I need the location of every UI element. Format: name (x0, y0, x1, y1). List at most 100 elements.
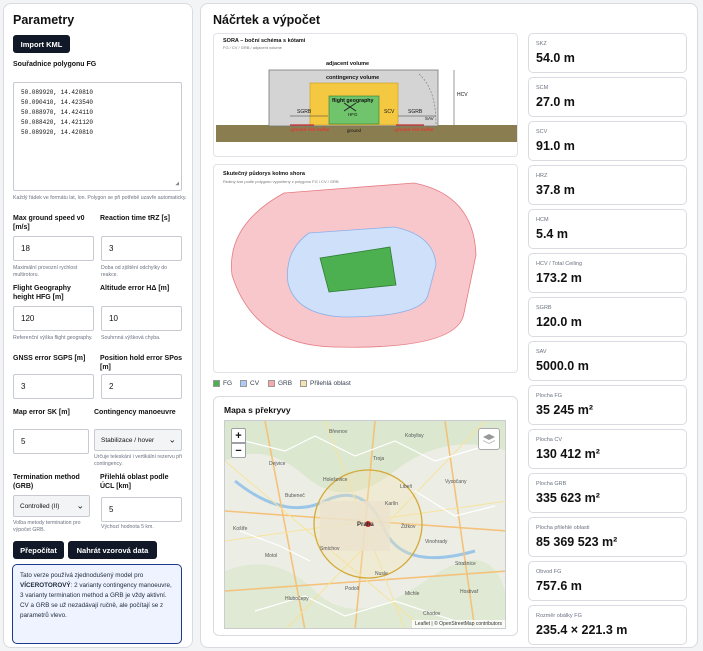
resize-handle-icon[interactable]: ◢ (175, 179, 179, 189)
side-view-svg (216, 69, 517, 142)
grb-swatch (268, 380, 275, 387)
ha-label: Altitude error HΔ [m] (100, 285, 170, 292)
map-view[interactable]: Břevnov Dejvice Troja Holešovice Libeň V… (224, 420, 506, 629)
map-place-label: Holešovice (323, 477, 348, 483)
import-kml-button[interactable]: Import KML (13, 35, 70, 53)
result-value: 5000.0 m (536, 359, 589, 373)
termination-select[interactable]: Controlled (II) ⌄ (13, 495, 90, 517)
v0-hint: Maximální provozní rychlost multirotoru. (13, 265, 78, 278)
flight-geography-label: flight geography (332, 98, 374, 104)
result-label: SKZ (536, 41, 547, 47)
chevron-down-icon: ⌄ (76, 500, 84, 511)
map-place-label: Hostivař (460, 589, 479, 595)
sk-input[interactable]: 5 (13, 429, 89, 454)
map-place-label: Praha (357, 522, 374, 528)
legend-fg-label: FG (223, 380, 233, 387)
result-card: Plocha GRB 335 623 m² (528, 473, 687, 513)
result-label: Plocha CV (536, 437, 562, 443)
map-place-label: Troja (373, 456, 385, 462)
result-card: HCV / Total Ceiling 173.2 m (528, 253, 687, 293)
sgrb-left-label: SGRB (297, 109, 312, 115)
polygon-label: Souřadnice polygonu FG (13, 61, 97, 68)
adjacent-volume-label: adjacent volume (326, 61, 370, 67)
polygon-line: 50.088970, 14.424110 (21, 109, 94, 116)
top-view-diagram: Skutečný půdorys kolmo shora Reálný tvar… (213, 164, 518, 373)
result-card: SKZ 54.0 m (528, 33, 687, 73)
termination-select-value: Controlled (II) (20, 502, 60, 510)
recalculate-button[interactable]: Přepočítat (13, 541, 64, 559)
result-value: 35 245 m² (536, 403, 593, 417)
result-card: SAV 5000.0 m (528, 341, 687, 381)
map-place-label: Nusle (375, 571, 388, 577)
map-place-label: Kobylisy (405, 433, 424, 439)
ha-input[interactable]: 10 (101, 306, 182, 331)
result-card: Plocha CV 130 412 m² (528, 429, 687, 469)
adjacent-area-input[interactable]: 5 (101, 497, 182, 522)
map-place-label: Karlín (385, 501, 399, 507)
trz-input[interactable]: 3 (101, 236, 182, 261)
sgps-label: GNSS error SGPS [m] (13, 355, 86, 362)
legend-cv-label: CV (250, 380, 260, 387)
legend-adjacent-label: Přilehlá oblast (310, 380, 351, 387)
map-attribution[interactable]: Leaflet | © OpenStreetMap contributors (412, 620, 505, 628)
hfg-hint: Referenční výška flight geography. (13, 335, 93, 341)
adjacent-swatch (300, 380, 307, 387)
result-value: 54.0 m (536, 51, 575, 65)
info-text-pre: Tato verze používá zjednodušený model pr… (20, 572, 144, 579)
sk-label: Map error SK [m] (13, 409, 70, 416)
side-view-diagram: SORA – boční schéma s kótami FG / CV / G… (213, 33, 518, 157)
result-value: 235.4 × 221.3 m (536, 623, 628, 637)
result-label: Plocha přilehlé oblasti (536, 525, 590, 531)
sav-label: SAV (425, 116, 434, 121)
result-card: SGRB 120.0 m (528, 297, 687, 337)
spos-input[interactable]: 2 (101, 374, 182, 399)
result-label: Obvod FG (536, 569, 562, 575)
layers-button[interactable] (478, 428, 500, 450)
map-place-label: Žižkov (401, 524, 416, 530)
result-card: HCM 5.4 m (528, 209, 687, 249)
adjacent-area-hint: Výchozí hodnota 5 km. (101, 524, 154, 530)
legend-fg: FG (213, 380, 232, 387)
ground-label: ground (347, 128, 362, 133)
hfg-input[interactable]: 120 (13, 306, 94, 331)
load-sample-button[interactable]: Nahrát vzorová data (68, 541, 157, 559)
polygon-hint: Každý řádek ve formátu lat, lon. Polygon… (13, 195, 187, 201)
trz-hint: Doba od zjištění odchylky do reakce. (101, 265, 168, 278)
scv-label: SCV (384, 109, 395, 115)
contingency-select-value: Stabilizace / hover (101, 436, 155, 444)
cv-swatch (240, 380, 247, 387)
result-label: HCM (536, 217, 549, 223)
zoom-out-button[interactable]: − (231, 443, 246, 458)
result-label: HRZ (536, 173, 548, 179)
legend-grb: GRB (268, 380, 292, 387)
polygon-textarea[interactable]: 50.089920, 14.420810 50.090410, 14.42354… (13, 82, 182, 191)
result-value: 27.0 m (536, 95, 575, 109)
spos-label: Position hold error SPos [m] (100, 355, 183, 371)
result-value: 335 623 m² (536, 491, 600, 505)
result-label: SCM (536, 85, 549, 91)
map-place-label: Dejvice (269, 461, 286, 467)
result-card: SCM 27.0 m (528, 77, 687, 117)
result-value: 757.6 m (536, 579, 582, 593)
result-card: Rozměr obálky FG 235.4 × 221.3 m (528, 605, 687, 645)
result-label: Rozměr obálky FG (536, 613, 582, 619)
zoom-in-button[interactable]: + (231, 428, 246, 443)
top-view-svg (231, 182, 477, 348)
result-value: 130 412 m² (536, 447, 600, 461)
map-place-label: Strašnice (455, 561, 476, 567)
parameters-title: Parametry (13, 13, 75, 27)
contingency-volume-label: contingency volume (326, 75, 380, 81)
result-label: Plocha GRB (536, 481, 567, 487)
map-place-label: Libeň (400, 484, 413, 490)
contingency-select[interactable]: Stabilizace / hover ⌄ (94, 429, 182, 451)
hfg-label: HFG (348, 112, 358, 117)
map-place-label: Smíchov (320, 546, 340, 552)
polygon-line: 50.090410, 14.423540 (21, 99, 94, 106)
result-card: Plocha FG 35 245 m² (528, 385, 687, 425)
info-text-bold: VÍCEROTOROVÝ (20, 582, 71, 589)
legend-adjacent: Přilehlá oblast (300, 380, 351, 387)
sgps-input[interactable]: 3 (13, 374, 94, 399)
contingency-label: Contingency manoeuvre (94, 409, 176, 416)
chevron-down-icon: ⌄ (168, 434, 176, 445)
v0-input[interactable]: 18 (13, 236, 94, 261)
